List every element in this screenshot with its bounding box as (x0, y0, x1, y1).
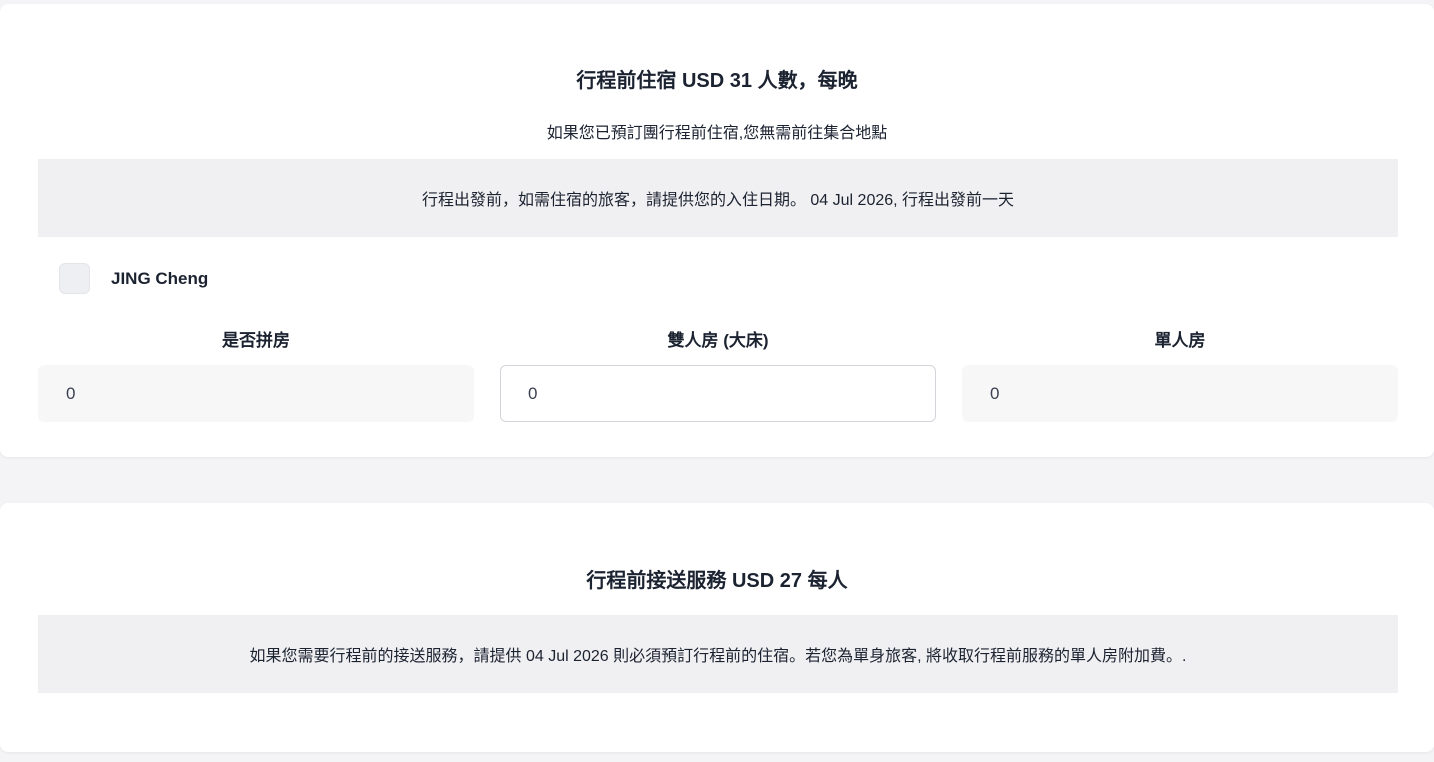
traveler-checkbox[interactable] (59, 263, 90, 294)
traveler-row: JING Cheng (59, 263, 208, 294)
single-room-column: 單人房 (962, 329, 1398, 422)
double-room-column: 雙人房 (大床) (500, 329, 936, 422)
room-share-label: 是否拼房 (222, 331, 290, 350)
accommodation-title: 行程前住宿 USD 31 人數，每晚 (576, 70, 858, 92)
transfer-notice-text: 如果您需要行程前的接送服務，請提供 04 Jul 2026 則必須預訂行程前的住… (249, 648, 1187, 665)
traveler-name: JING Cheng (111, 268, 209, 288)
transfer-notice: 如果您需要行程前的接送服務，請提供 04 Jul 2026 則必須預訂行程前的住… (38, 615, 1398, 693)
room-share-input[interactable] (38, 365, 474, 422)
accommodation-notice-text: 行程出發前，如需住宿的旅客，請提供您的入住日期。 04 Jul 2026, 行程… (421, 192, 1015, 209)
pre-tour-transfer-card: 行程前接送服務 USD 27 每人 如果您需要行程前的接送服務，請提供 04 J… (0, 503, 1434, 752)
double-room-input[interactable] (500, 365, 936, 422)
single-room-label: 單人房 (1154, 331, 1206, 350)
room-share-column: 是否拼房 (38, 329, 474, 422)
pre-tour-accommodation-card: 行程前住宿 USD 31 人數，每晚 如果您已預訂團行程前住宿,您無需前往集合地… (0, 4, 1434, 457)
single-room-input[interactable] (962, 365, 1398, 422)
double-room-label: 雙人房 (大床) (667, 331, 769, 350)
accommodation-subtitle: 如果您已預訂團行程前住宿,您無需前往集合地點 (546, 125, 888, 142)
accommodation-notice: 行程出發前，如需住宿的旅客，請提供您的入住日期。 04 Jul 2026, 行程… (38, 159, 1398, 237)
transfer-title: 行程前接送服務 USD 27 每人 (586, 570, 848, 592)
